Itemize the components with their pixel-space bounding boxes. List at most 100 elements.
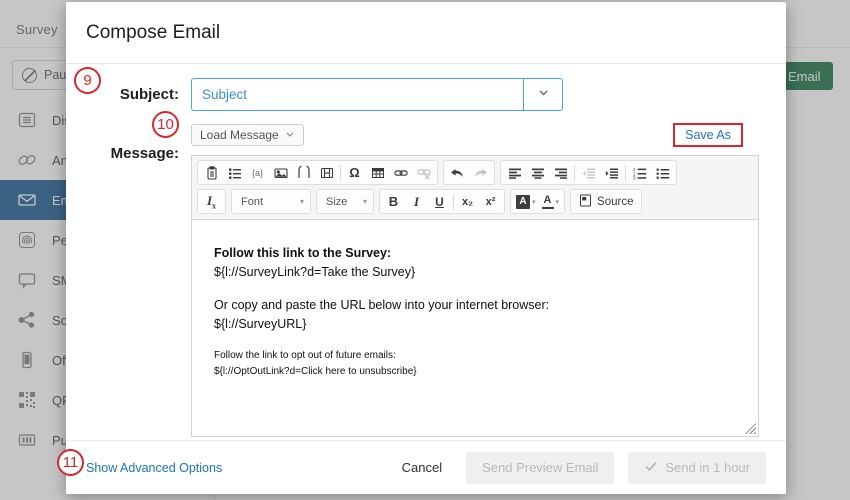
editor-toolbar: {a} Ω 1 2 3 Ix Font ▾ Size ▾ B I U x₂ x²… [192,156,758,220]
subject-field [191,78,563,111]
chevron-down-icon: ▾ [299,197,304,206]
body-line-2: ${l://SurveyLink?d=Take the Survey} [214,265,416,280]
body-line-1: Follow this link to the Survey: [214,246,392,260]
source-button[interactable]: Source [573,191,639,212]
chevron-down-icon [285,128,295,142]
send-preview-email-label: Send Preview Email [482,460,599,475]
message-label: Message: [110,145,179,162]
screenshot-root: Survey Pause Email Distributions [0,0,850,500]
bulleted-list-icon[interactable] [223,162,246,183]
undo-icon[interactable] [446,162,469,183]
subject-row: Subject: [86,64,786,121]
bold-label: B [388,194,399,209]
toolbar-group-colors: A ▾ A ▾ [510,189,566,214]
piped-text-icon[interactable]: {a} [246,162,269,183]
save-as-highlight-box: Save As [673,123,743,147]
insert-table-icon[interactable] [366,162,389,183]
remove-format-icon[interactable]: Ix [200,191,223,212]
show-advanced-options-link[interactable]: Show Advanced Options [86,461,222,475]
superscript-label: x² [485,195,496,208]
footer-actions: Cancel Send Preview Email Send in 1 hour [392,451,766,484]
background-color-icon[interactable]: A ▾ [513,191,539,212]
compose-email-modal: Compose Email Subject: Subject Message: … [66,2,786,494]
underline-label: U [435,194,444,209]
font-size-value: Size [326,195,348,208]
subject-dropdown-button[interactable] [523,78,563,111]
chevron-down-icon: ▾ [532,198,536,206]
bullet-list-icon[interactable] [651,162,674,183]
load-message-button[interactable]: Load Message [191,124,304,146]
body-line-3: Or copy and paste the URL below into you… [214,297,550,312]
font-size-combo[interactable]: Size ▾ [319,191,371,212]
special-character-icon[interactable]: Ω [343,162,366,183]
toolbar-group-remove-format: Ix [197,189,226,214]
cancel-button[interactable]: Cancel [392,454,452,481]
annotation-callout-9: 9 [74,67,101,94]
editor-toolbar-row-2: Ix Font ▾ Size ▾ B I U x₂ x² A ▾ A ▾ Sou… [197,189,753,214]
svg-text:3: 3 [633,175,636,179]
subscript-button[interactable]: x₂ [456,191,479,212]
modal-header: Compose Email [66,2,786,64]
subscript-label: x₂ [461,195,473,208]
source-label: Source [597,195,634,208]
toolbar-separator [340,164,341,181]
editor-toolbar-row-1: {a} Ω 1 2 3 [197,160,753,185]
align-right-icon[interactable] [549,162,572,183]
annotation-callout-11: 11 [57,449,84,476]
body-line-6: ${l://OptOutLink?d=Click here to unsubsc… [214,365,417,377]
editor-top-row: Load Message Save As [191,123,761,147]
redo-icon[interactable] [469,162,492,183]
font-family-select[interactable]: Font ▾ [231,189,311,214]
message-row: Message: Load Message Save As {a} Ω 1 2 … [86,121,786,437]
toolbar-separator [453,193,454,210]
text-color-icon[interactable]: A ▾ [539,191,563,212]
indent-icon[interactable] [600,162,623,183]
unlink-icon[interactable] [412,162,435,183]
chevron-down-icon: ▾ [362,197,367,206]
font-family-value: Font [241,195,264,208]
chevron-down-icon: ▾ [555,198,560,206]
body-line-5: Follow the link to opt out of future ema… [214,349,396,361]
editor-resize-handle[interactable] [745,423,756,434]
send-in-1-hour-button[interactable]: Send in 1 hour [628,451,766,484]
font-family-combo[interactable]: Font ▾ [234,191,308,212]
annotation-callout-10: 10 [152,111,179,138]
page-break-icon[interactable] [292,162,315,183]
bold-button[interactable]: B [382,191,405,212]
italic-label: I [413,193,420,209]
superscript-button[interactable]: x² [479,191,502,212]
outdent-icon[interactable] [577,162,600,183]
insert-image-icon[interactable] [269,162,292,183]
italic-button[interactable]: I [405,191,428,212]
source-icon [579,194,592,210]
font-size-select[interactable]: Size ▾ [316,189,374,214]
save-as-link[interactable]: Save As [682,127,734,143]
editor-column: Load Message Save As {a} Ω 1 2 3 Ix Font… [191,123,761,437]
editor-content-area[interactable]: Follow this link to the Survey: ${l://Su… [192,220,758,436]
numbered-list-icon[interactable]: 1 2 3 [628,162,651,183]
body-line-4: ${l://SurveyURL} [214,317,307,332]
send-in-1-hour-label: Send in 1 hour [665,460,750,475]
underline-button[interactable]: U [428,191,451,212]
load-message-label: Load Message [200,128,279,142]
text-color-swatch: A [541,194,554,209]
check-icon [644,459,658,476]
rich-text-editor: {a} Ω 1 2 3 Ix Font ▾ Size ▾ B I U x₂ x²… [191,155,759,437]
paste-icon[interactable] [200,162,223,183]
align-center-icon[interactable] [526,162,549,183]
background-color-swatch: A [516,194,530,209]
align-left-icon[interactable] [503,162,526,183]
toolbar-group-insert: {a} Ω [197,160,438,185]
toolbar-group-basic-styles: B I U x₂ x² [379,189,505,214]
subject-label: Subject: [119,86,179,103]
subject-input[interactable] [191,78,523,111]
toolbar-separator [574,164,575,181]
insert-media-icon[interactable] [315,162,338,183]
send-preview-email-button[interactable]: Send Preview Email [466,451,615,484]
insert-link-icon[interactable] [389,162,412,183]
chevron-down-icon [537,86,550,104]
toolbar-group-paragraph: 1 2 3 [500,160,677,185]
toolbar-group-history [443,160,495,185]
